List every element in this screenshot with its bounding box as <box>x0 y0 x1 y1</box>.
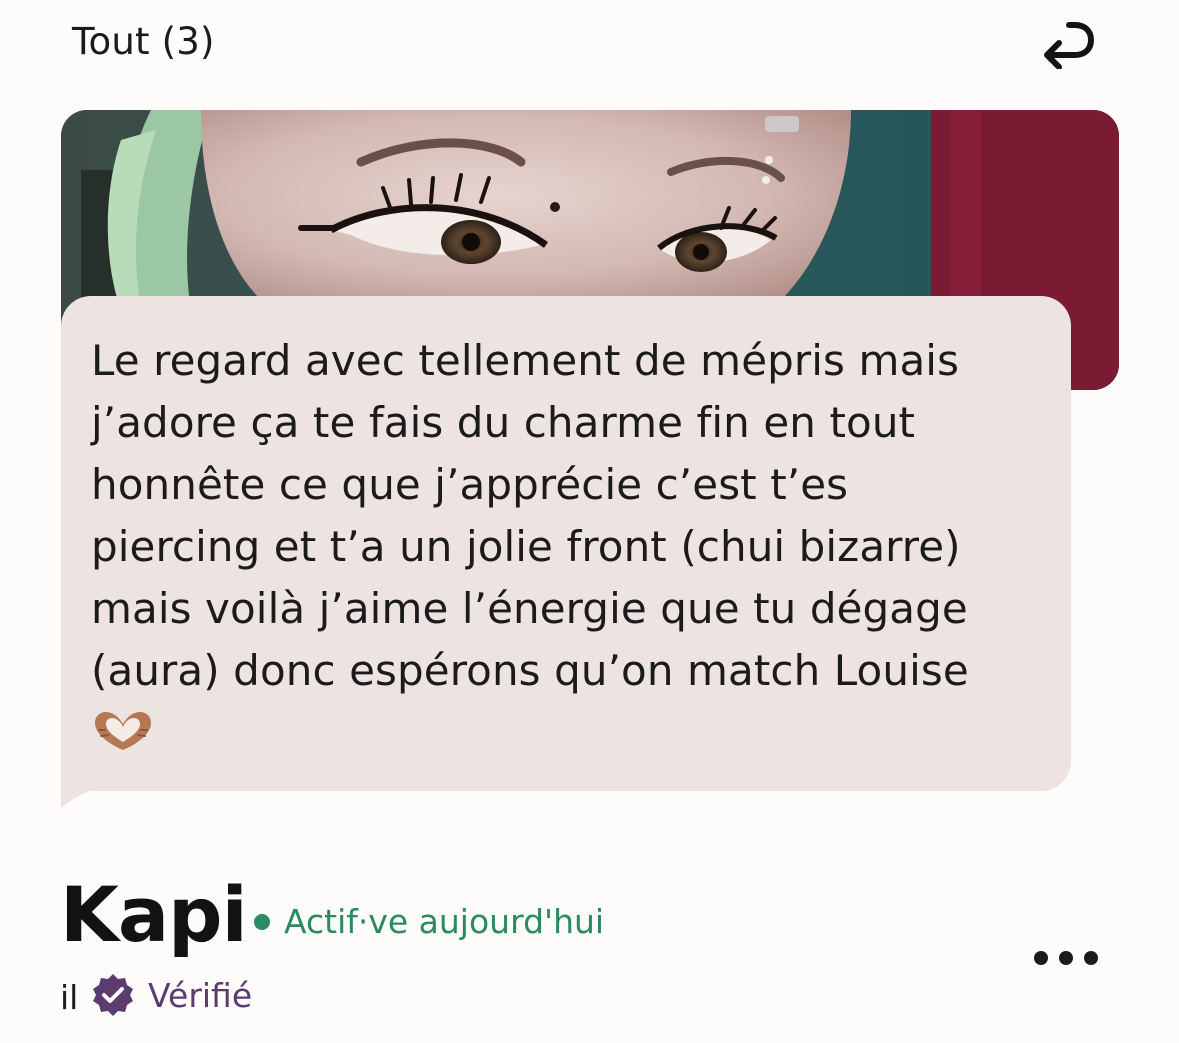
verified-badge[interactable]: Vérifié <box>90 972 252 1018</box>
undo-return-arrow-icon <box>1044 22 1094 69</box>
heart-hands-emoji <box>95 712 151 750</box>
message-line: honnête ce que j’apprécie c’est t’es <box>91 460 849 509</box>
bubble-tail <box>61 786 105 808</box>
activity-status: Actif·ve aujourd'hui <box>254 902 604 941</box>
more-dot <box>1059 951 1073 965</box>
activity-status-label: Actif·ve aujourd'hui <box>284 902 605 941</box>
message-line: Le regard avec tellement de mépris mais <box>91 336 960 385</box>
message-line: piercing et t’a un jolie front (chui biz… <box>91 522 961 571</box>
active-dot-icon <box>254 913 270 930</box>
verified-check-icon <box>93 974 133 1016</box>
message-line: mais voilà j’aime l’énergie que tu dégag… <box>91 584 968 633</box>
more-dot <box>1034 951 1048 965</box>
undo-button[interactable] <box>1034 14 1100 74</box>
more-options-button[interactable] <box>1030 936 1102 980</box>
message-line: j’adore ça te fais du charme fin en tout <box>91 398 916 447</box>
profile-name: Kapi <box>60 870 248 959</box>
pronoun: il <box>60 978 79 1017</box>
message-bubble: Le regard avec tellement de mépris mais … <box>61 296 1071 791</box>
more-dot <box>1084 951 1098 965</box>
verified-label: Vérifié <box>148 975 253 1015</box>
page-title[interactable]: Tout (3) <box>72 20 215 63</box>
message-line: (aura) donc espérons qu’on match Louise <box>91 646 969 695</box>
